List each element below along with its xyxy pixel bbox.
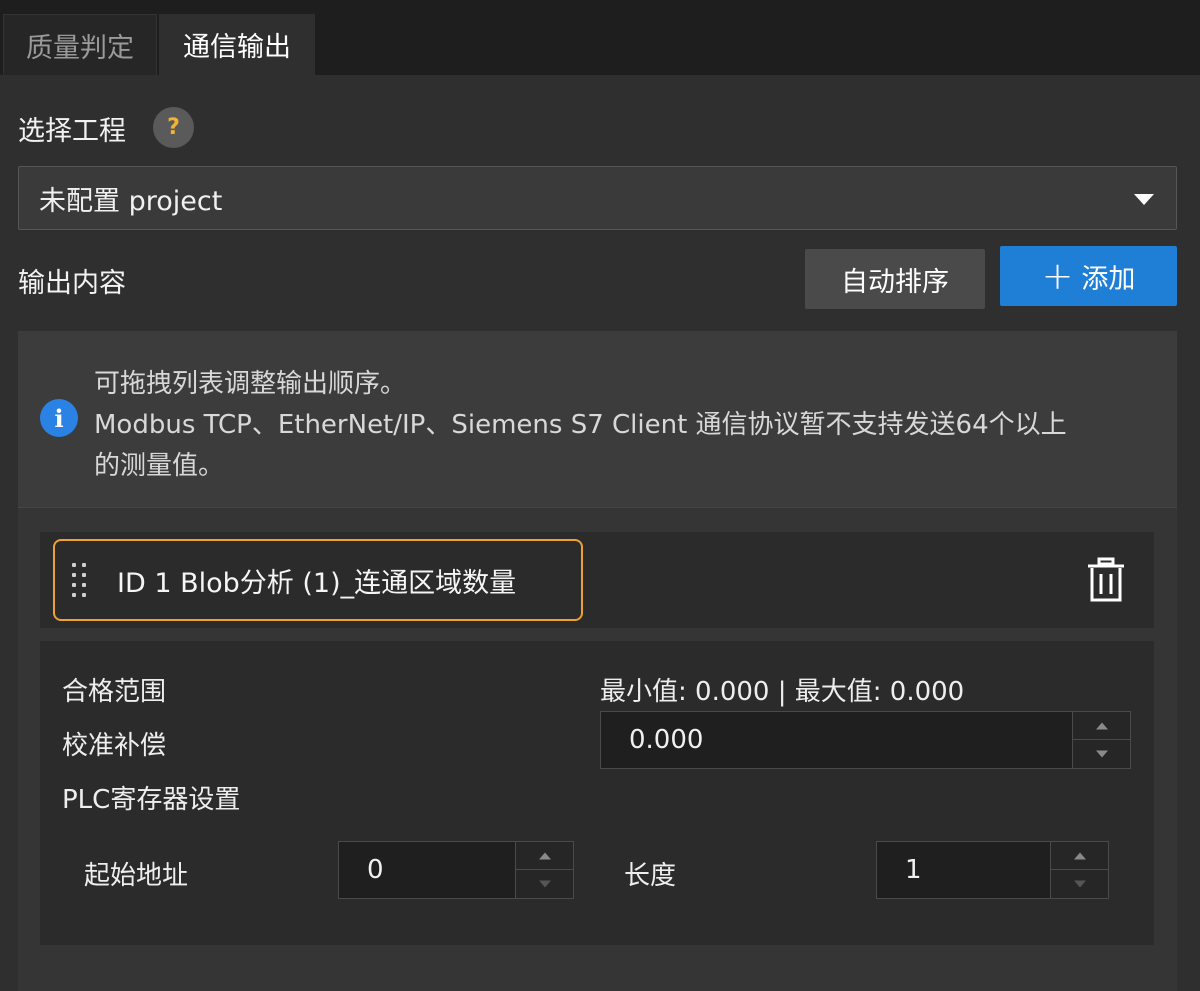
calibration-label: 校准补偿 [62, 731, 167, 761]
tab-bar: 质量判定 通信输出 [0, 0, 1200, 75]
drag-handle-icon[interactable] [72, 563, 90, 599]
calibration-increment-button[interactable] [1073, 712, 1130, 740]
start-address-label: 起始地址 [84, 861, 189, 891]
output-item-title: ID 1 Blob分析 (1)_连通区域数量 [117, 567, 517, 599]
calibration-stepper [1072, 712, 1130, 768]
start-address-increment-button[interactable] [516, 842, 573, 870]
project-select-value: 未配置 project [39, 185, 223, 217]
arrow-down-icon [1073, 880, 1086, 888]
select-project-label: 选择工程 [18, 116, 126, 147]
calibration-decrement-button[interactable] [1073, 740, 1130, 768]
tab-quality-judgment[interactable]: 质量判定 [3, 14, 157, 75]
info-line-1: 可拖拽列表调整输出顺序。 [94, 369, 407, 399]
calibration-value: 0.000 [629, 725, 704, 755]
start-address-spinbox[interactable]: 0 [338, 841, 574, 899]
output-content-label: 输出内容 [18, 268, 126, 299]
output-item-header[interactable]: ID 1 Blob分析 (1)_连通区域数量 [40, 532, 1154, 628]
calibration-spinbox[interactable]: 0.000 [600, 711, 1131, 769]
add-button-label: 添加 [1081, 263, 1136, 295]
info-line-3: 的测量值。 [94, 451, 225, 481]
tab-communication-output[interactable]: 通信输出 [159, 14, 315, 75]
arrow-down-icon [538, 880, 551, 888]
caret-down-icon [1134, 194, 1154, 205]
project-select[interactable]: 未配置 project [18, 166, 1177, 230]
output-item-title-box[interactable]: ID 1 Blob分析 (1)_连通区域数量 [53, 539, 583, 621]
arrow-up-icon [538, 852, 551, 859]
start-address-decrement-button[interactable] [516, 870, 573, 898]
length-stepper [1050, 842, 1108, 898]
trash-icon[interactable] [1086, 557, 1126, 603]
plus-icon: + [1041, 254, 1074, 298]
info-notice: i 可拖拽列表调整输出顺序。 Modbus TCP、EtherNet/IP、Si… [18, 331, 1177, 507]
plc-register-settings-label: PLC寄存器设置 [62, 785, 241, 815]
range-value-text: 最小值: 0.000 | 最大值: 0.000 [600, 677, 965, 707]
arrow-down-icon [1095, 750, 1108, 758]
qualified-range-label: 合格范围 [62, 677, 167, 707]
auto-sort-button[interactable]: 自动排序 [805, 249, 985, 309]
start-address-stepper [515, 842, 573, 898]
length-increment-button[interactable] [1051, 842, 1108, 870]
output-item-body: 合格范围 最小值: 0.000 | 最大值: 0.000 校准补偿 0.000 … [40, 641, 1154, 945]
info-icon: i [40, 399, 78, 437]
info-line-2: Modbus TCP、EtherNet/IP、Siemens S7 Client… [94, 410, 1067, 440]
help-icon[interactable]: ? [153, 107, 194, 148]
output-list: ID 1 Blob分析 (1)_连通区域数量 合格范围 最小值: 0.000 |… [18, 507, 1177, 991]
arrow-up-icon [1095, 722, 1108, 729]
length-label: 长度 [624, 861, 677, 891]
length-spinbox[interactable]: 1 [876, 841, 1109, 899]
length-decrement-button[interactable] [1051, 870, 1108, 898]
arrow-up-icon [1073, 852, 1086, 859]
add-button[interactable]: + 添加 [1000, 246, 1177, 306]
communication-output-panel: 质量判定 通信输出 选择工程 ? 未配置 project 输出内容 自动排序 +… [0, 0, 1200, 991]
